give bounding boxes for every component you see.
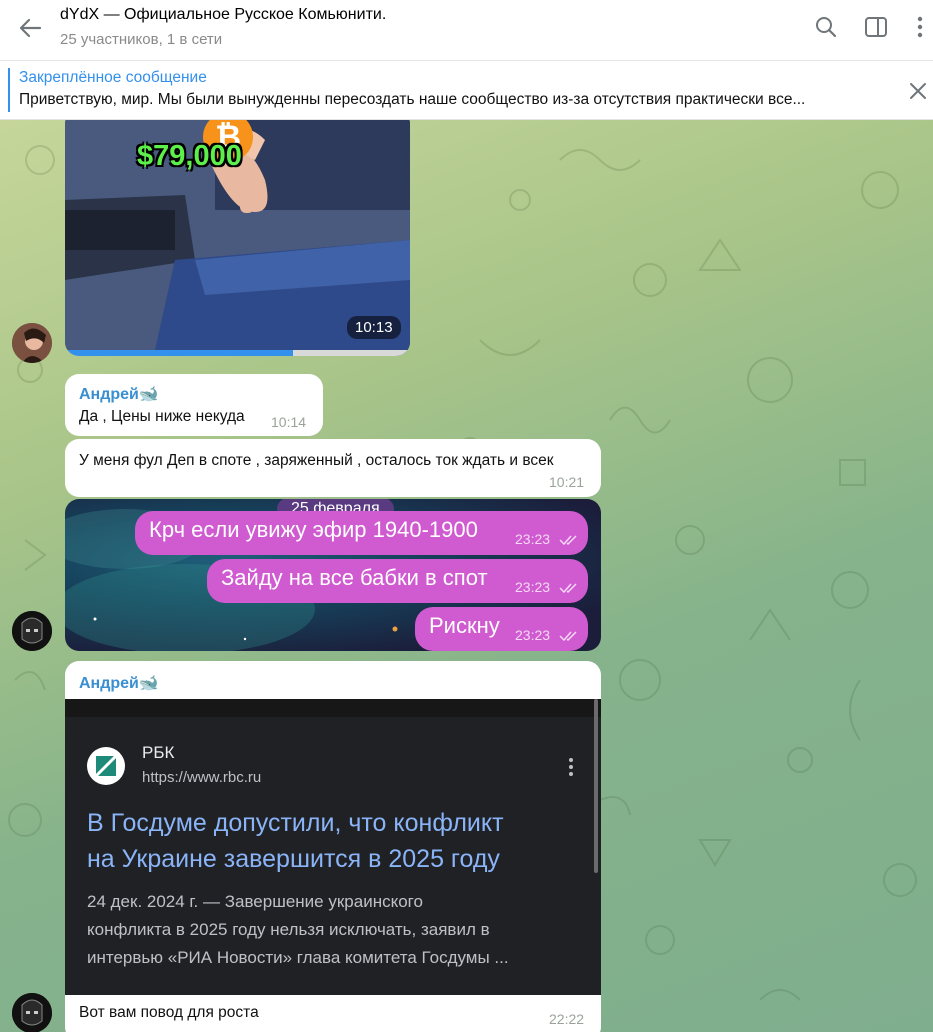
pinned-title: Закреплённое сообщение	[19, 69, 207, 86]
card-headline[interactable]: на Украине завершится в 2025 году	[87, 845, 500, 874]
card-more-icon[interactable]	[561, 757, 581, 777]
card-headline[interactable]: В Госдуме допустили, что конфликт	[87, 809, 504, 838]
avatar-mask-icon	[12, 611, 52, 651]
screenshot-line: Зайду на все бабки в спот 23:23	[207, 559, 588, 603]
message-time: 10:21	[549, 474, 585, 490]
chat-title[interactable]: dYdX — Официальное Русское Комьюнити.	[60, 6, 386, 24]
screenshot-line-text: Крч если увижу эфир 1940-1900	[149, 517, 478, 542]
card-url[interactable]: https://www.rbc.ru	[142, 769, 261, 786]
screenshot-line: Рискну 23:23	[415, 607, 588, 651]
pinned-text: Приветствую, мир. Мы были вынужденны пер…	[19, 91, 806, 108]
screenshot-line-time: 23:23	[515, 627, 551, 643]
double-check-icon	[559, 631, 577, 641]
card-top-strip	[65, 699, 601, 717]
message-time: 22:22	[549, 1011, 585, 1027]
chat-subtitle: 25 участников, 1 в сети	[60, 31, 223, 48]
message-bubble[interactable]: У меня фул Деп в споте , заряженный , ос…	[65, 439, 601, 497]
screenshot-line: Крч если увижу эфир 1940-1900 23:23	[135, 511, 588, 555]
avatar[interactable]	[12, 323, 52, 363]
double-check-icon	[559, 583, 577, 593]
video-progress-track	[65, 350, 410, 356]
news-card[interactable]: РБК https://www.rbc.ru В Госдуме допусти…	[65, 699, 601, 995]
screenshot-line-text: Рискну	[429, 613, 500, 638]
double-check-icon	[559, 535, 577, 545]
avatar[interactable]	[12, 611, 52, 651]
pinned-indicator	[8, 68, 10, 112]
message-text: У меня фул Деп в споте , заряженный , ос…	[79, 452, 554, 469]
more-menu-icon[interactable]	[907, 14, 933, 40]
message-text: Вот вам повод для роста	[79, 1004, 259, 1021]
card-snippet: конфликта в 2025 году нельзя исключать, …	[87, 920, 490, 939]
message-bubble[interactable]: Андрей🐋 РБК https://www.rbc.ru В Госдуме…	[65, 661, 601, 1032]
image-message[interactable]: 25 февраля Крч если увижу эфир 1940-1900…	[65, 499, 601, 651]
back-arrow-icon[interactable]	[14, 12, 46, 44]
sidebar-toggle-icon[interactable]	[863, 14, 889, 40]
card-snippet: интервью «РИА Новости» глава комитета Го…	[87, 948, 509, 967]
video-price-overlay: $79,000	[137, 140, 242, 172]
card-scrollbar[interactable]	[594, 699, 598, 873]
message-text: Да , Цены ниже некуда	[79, 408, 245, 425]
rbc-logo	[87, 747, 125, 785]
card-source: РБК	[142, 743, 175, 762]
avatar-woman-icon	[12, 323, 52, 363]
card-snippet: 24 дек. 2024 г. — Завершение украинского	[87, 892, 423, 911]
video-time: 10:13	[347, 316, 401, 339]
avatar-mask-icon	[12, 993, 52, 1032]
chat-area[interactable]: ₿ $79,000 10:13 Андрей🐋 Да , Цены ниже н…	[0, 120, 933, 1032]
chat-header: dYdX — Официальное Русское Комьюнити. 25…	[0, 0, 933, 61]
screenshot-line-time: 23:23	[515, 579, 551, 595]
video-message[interactable]: ₿ $79,000 10:13	[65, 120, 410, 356]
message-bubble[interactable]: Андрей🐋 Да , Цены ниже некуда 10:14	[65, 374, 323, 436]
search-icon[interactable]	[813, 14, 839, 40]
screenshot-line-time: 23:23	[515, 531, 551, 547]
rbc-logo-icon	[94, 754, 118, 778]
message-time: 10:14	[271, 414, 307, 430]
avatar[interactable]	[12, 993, 52, 1032]
pinned-message-bar[interactable]: Закреплённое сообщение Приветствую, мир.…	[0, 61, 933, 120]
video-progress-fill	[65, 350, 293, 356]
sender-name[interactable]: Андрей🐋	[79, 384, 159, 404]
screenshot-line-text: Зайду на все бабки в спот	[221, 565, 488, 590]
sender-name[interactable]: Андрей🐋	[79, 673, 159, 693]
close-icon[interactable]	[906, 79, 930, 103]
